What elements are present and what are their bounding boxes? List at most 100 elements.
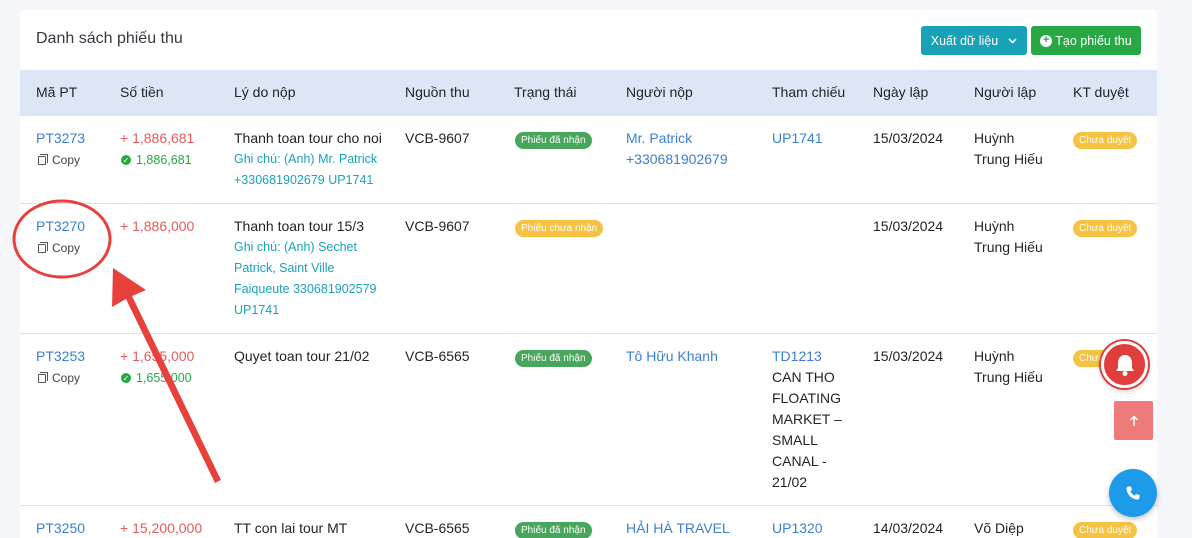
column-header-amount: Số tiền [120,84,164,100]
receipt-list-card: Danh sách phiếu thu Xuất dữ liệu + Tạo p… [20,10,1157,538]
receipt-code-link[interactable]: PT3270 [36,216,85,237]
creator: Huỳnh Trung Hiếu [974,216,1043,258]
note-line: Patrick, Saint Ville [234,261,335,275]
check-circle-icon: ✓ [121,155,131,165]
amount-received: ✓ 1,655,000 [121,371,192,385]
creator: Huỳnh Trung Hiếu [974,346,1043,388]
column-header-reference: Tham chiếu [772,84,846,100]
column-header-creator: Người lập [974,84,1037,100]
note-line: UP1741 [234,303,280,317]
reference-detail-line: 21/02 [772,474,808,490]
copy-label: Copy [52,241,81,255]
scroll-to-top-button[interactable] [1114,401,1153,440]
amount-received: ✓ 1,886,681 [121,153,192,167]
status-badge: Phiếu đã nhận [515,132,592,149]
payer-link[interactable]: Tô Hữu Khanh [626,346,718,367]
creator: Võ Diệp [974,520,1024,536]
copy-button[interactable]: Copy [38,371,80,385]
copy-icon [38,153,48,165]
creator-line: Trung Hiếu [974,239,1043,255]
export-data-button[interactable]: Xuất dữ liệu [921,26,1027,55]
approval-badge: Chưa duyệt [1073,522,1138,538]
reason: Quyet toan tour 21/02 [234,348,370,364]
created-date: 15/03/2024 [873,218,944,234]
column-header-reason: Lý do nộp [234,84,296,100]
creator-line: Huỳnh [974,218,1015,234]
column-header-status: Trạng thái [514,84,577,100]
reason: Thanh toan tour cho noi [234,130,382,146]
reason: Thanh toan tour 15/3 [234,218,364,234]
copy-button[interactable]: Copy [38,241,80,255]
amount: + 1,655,000 [120,348,195,364]
copy-label: Copy [52,153,81,167]
amount: + 15,200,000 [120,520,203,536]
reference-detail-line: CANAL - [772,453,827,469]
phone-icon [1126,486,1140,500]
receipt-code-link[interactable]: PT3250 [36,518,85,538]
column-header-date: Ngày lập [873,84,929,100]
created-date: 14/03/2024 [873,520,944,536]
amount: + 1,886,000 [120,218,195,234]
table-row: PT3250 + 15,200,000 TT con lai tour MT V… [20,505,1157,538]
reason-note: Ghi chú: (Anh) Mr. Patrick +330681902679… [234,149,377,191]
chevron-down-icon [1008,36,1017,46]
reason: TT con lai tour MT [234,520,348,536]
status-badge: Phiếu đã nhận [515,522,592,538]
column-header-source: Nguồn thu [405,84,470,100]
reference-link[interactable]: UP1320 [772,518,823,538]
status-badge: Phiếu chưa nhận [515,220,604,237]
note-line: Ghi chú: (Anh) Mr. Patrick [234,152,378,166]
reference-detail-line: SMALL [772,432,818,448]
notification-bell-button[interactable] [1101,341,1148,388]
source: VCB-9607 [405,218,470,234]
reference-link[interactable]: UP1741 [772,128,823,149]
call-button[interactable] [1109,469,1157,517]
note-line: Faiqueute 330681902579 [234,282,377,296]
note-line: Ghi chú: (Anh) Sechet [234,240,357,254]
payer-link[interactable]: HẢI HÀ TRAVEL [626,518,730,538]
source: VCB-6565 [405,348,470,364]
creator: Huỳnh Trung Hiếu [974,128,1043,170]
reference-detail-line: MARKET – [772,411,842,427]
status-badge: Phiếu đã nhận [515,350,592,367]
table-row: PT3270 Copy + 1,886,000 Thanh toan tour … [20,203,1157,333]
note-line: +330681902679 UP1741 [234,173,374,187]
table-row: PT3273 Copy + 1,886,681 ✓ 1,886,681 Than… [20,115,1157,203]
column-header-code: Mã PT [36,84,78,100]
column-header-payer: Người nộp [626,84,693,100]
payer-line: +330681902679 [626,151,728,167]
page-scrollbar[interactable] [1182,0,1192,538]
receipt-code-link[interactable]: PT3253 [36,346,85,367]
create-label: Tạo phiếu thu [1055,33,1132,48]
plus-circle-icon: + [1040,34,1053,47]
arrow-up-icon [1129,414,1138,426]
receipt-code-link[interactable]: PT3273 [36,128,85,149]
reference-link[interactable]: TD1213 [772,346,842,367]
reference: TD1213 CAN THO FLOATING MARKET – SMALL C… [772,346,842,493]
card-header: Danh sách phiếu thu Xuất dữ liệu + Tạo p… [20,10,1157,70]
reference-detail-line: FLOATING [772,390,841,406]
column-header-approval: KT duyệt [1073,84,1129,100]
payer-line: Mr. Patrick [626,130,693,146]
copy-label: Copy [52,371,81,385]
amount-received-value: 1,886,681 [136,153,192,167]
copy-icon [38,241,48,253]
table-header: Mã PT Số tiền Lý do nộp Nguồn thu Trạng … [20,70,1157,115]
page-title: Danh sách phiếu thu [36,30,183,47]
bell-icon [1115,354,1134,376]
source: VCB-6565 [405,520,470,536]
creator-line: Trung Hiếu [974,369,1043,385]
check-circle-icon: ✓ [121,373,131,383]
copy-button[interactable]: Copy [38,153,80,167]
payer-link[interactable]: Mr. Patrick +330681902679 [626,128,728,170]
creator-line: Huỳnh [974,348,1015,364]
copy-icon [38,371,48,383]
creator-line: Trung Hiếu [974,151,1043,167]
create-receipt-button[interactable]: + Tạo phiếu thu [1031,26,1141,55]
approval-badge: Chưa duyệt [1073,132,1138,149]
reference-detail-line: CAN THO [772,369,835,385]
source: VCB-9607 [405,130,470,146]
export-label: Xuất dữ liệu [930,33,999,48]
creator-line: Huỳnh [974,130,1015,146]
created-date: 15/03/2024 [873,130,944,146]
